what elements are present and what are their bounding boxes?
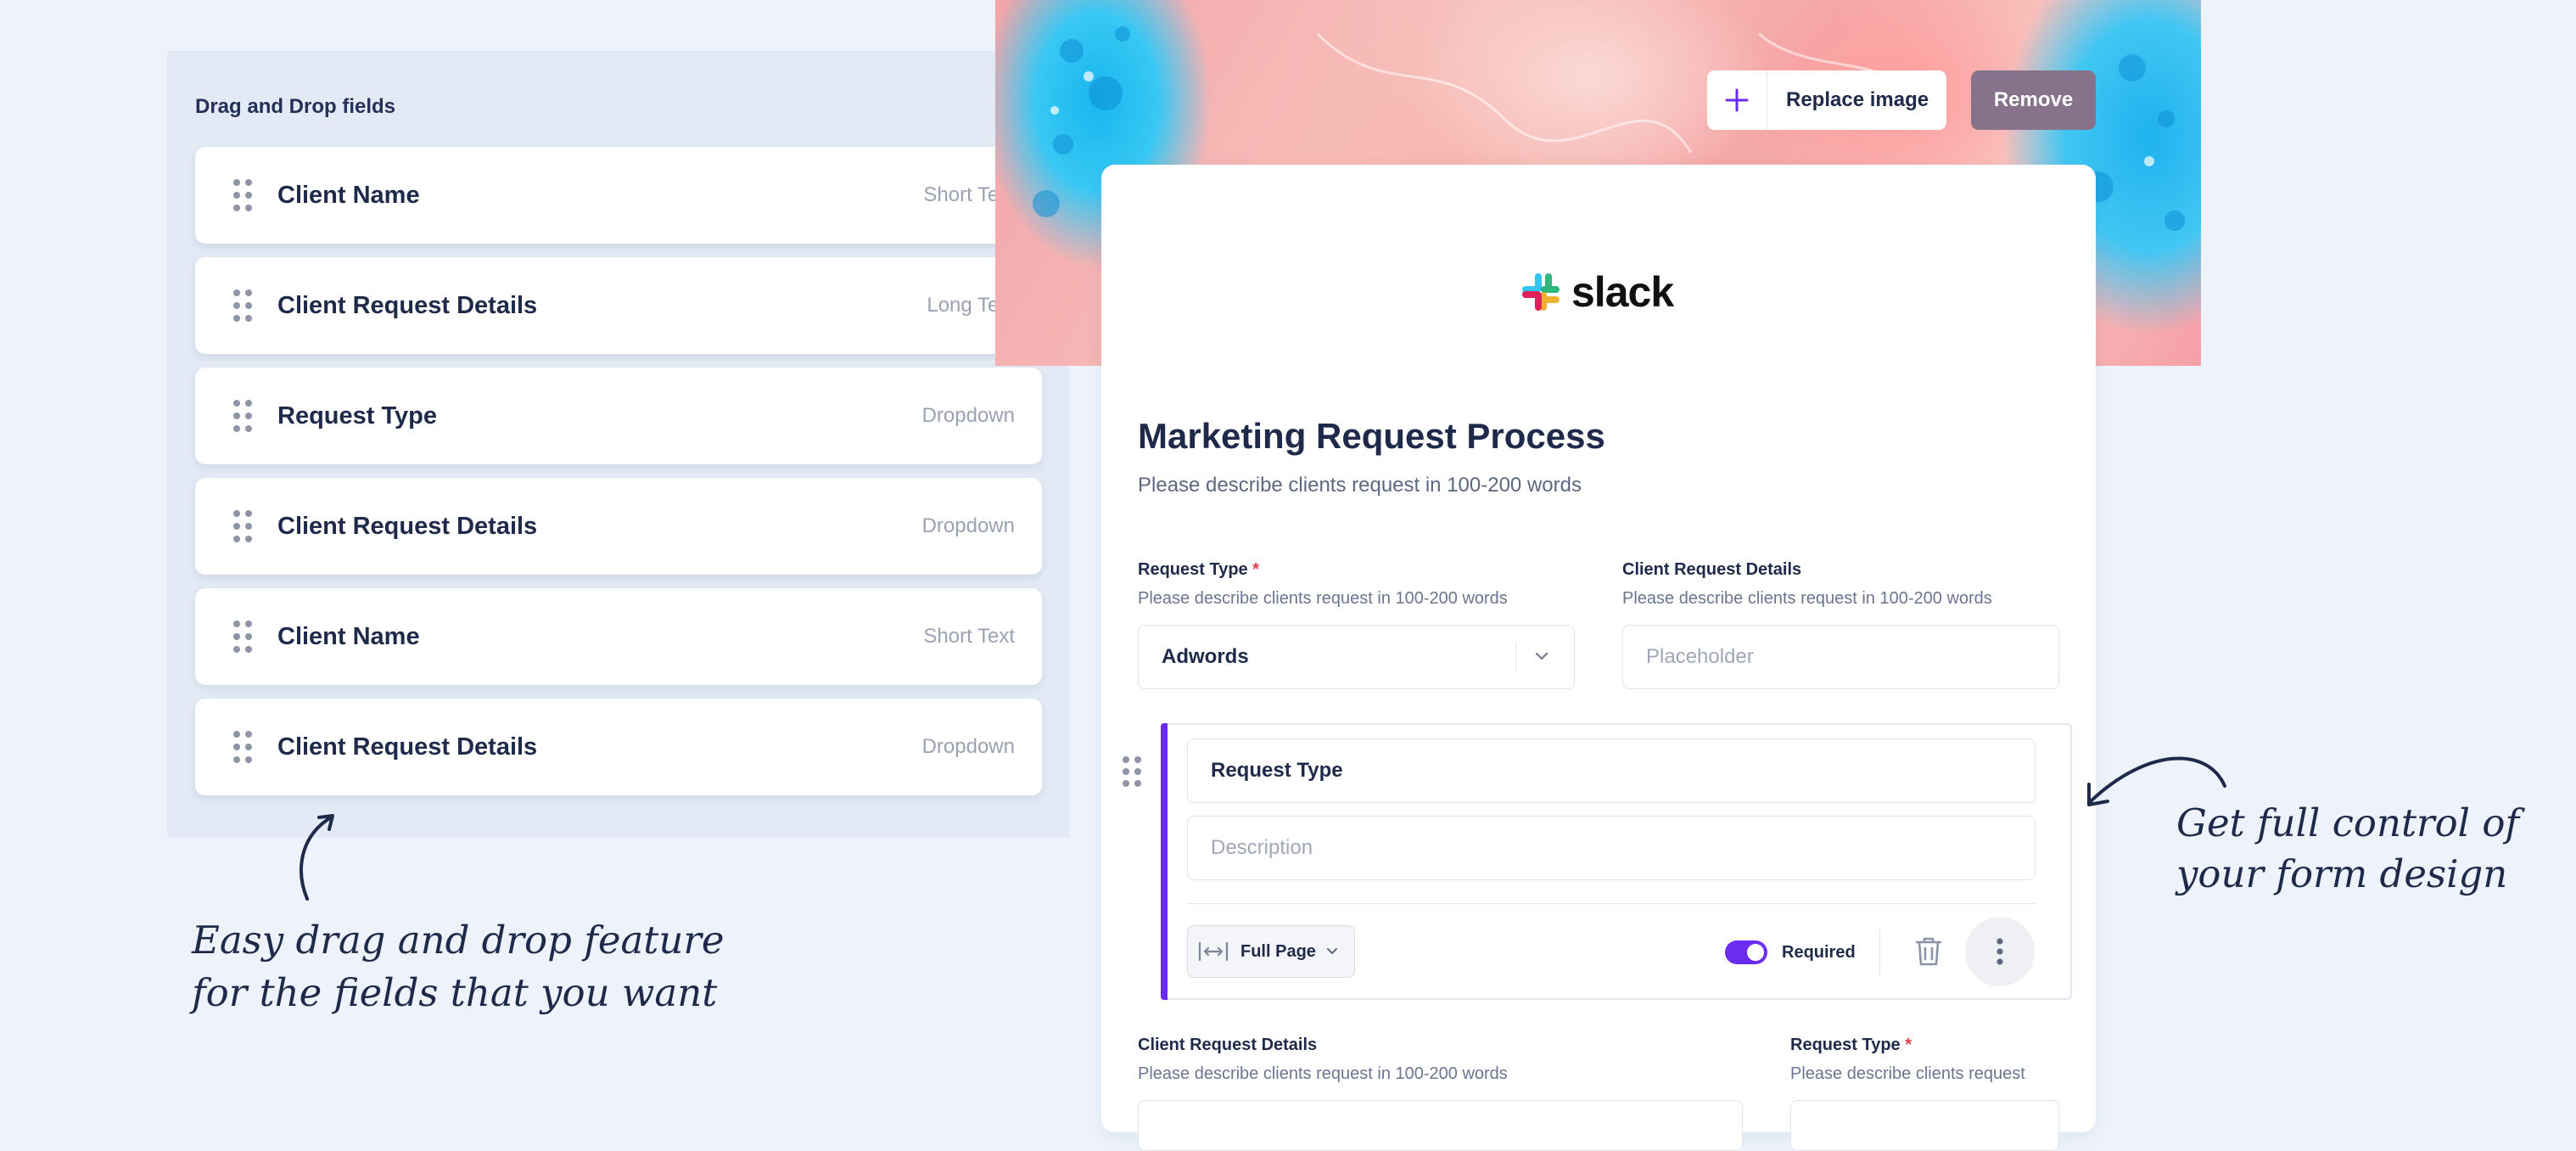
logo-wordmark: slack: [1571, 268, 1674, 316]
field-card-request-type[interactable]: Request Type Dropdown: [195, 368, 1042, 464]
field-name: Client Name: [277, 182, 420, 209]
width-icon: [1198, 940, 1229, 963]
plus-icon: [1707, 70, 1767, 130]
select-divider: [1515, 643, 1516, 673]
question-label: Client Request Details: [1138, 1036, 1318, 1054]
drag-handle-icon[interactable]: [1122, 755, 1142, 792]
trash-icon[interactable]: [1914, 935, 1943, 972]
chevron-down-icon: [1326, 947, 1338, 956]
input-placeholder: Placeholder: [1646, 645, 1754, 668]
left-annotation: Easy drag and drop feature for the field…: [192, 914, 786, 1019]
input-value: Request Type: [1211, 759, 1343, 782]
field-width-select[interactable]: Full Page: [1187, 925, 1355, 978]
drag-handle-icon[interactable]: [232, 178, 253, 212]
annotation-line: Easy drag and drop feature: [192, 918, 725, 963]
field-card-client-name[interactable]: Client Name Short Text: [195, 147, 1042, 244]
question-help: Please describe clients request: [1790, 1064, 2025, 1083]
drag-handle-icon[interactable]: [232, 730, 253, 764]
question-label-text: Request Type: [1790, 1036, 1901, 1054]
slack-hash-icon: [1522, 273, 1560, 311]
drag-handle-icon[interactable]: [232, 509, 253, 543]
annotation-line: Get full control of: [2176, 800, 2520, 845]
panel-title: Drag and Drop fields: [195, 95, 396, 118]
toolbar-divider: [1879, 929, 1880, 976]
field-card-client-request-details[interactable]: Client Request Details Long Text: [195, 257, 1042, 354]
width-select-value: Full Page: [1240, 941, 1316, 961]
remove-image-button[interactable]: Remove: [1971, 70, 2096, 130]
question-label: Request Type *: [1138, 560, 1259, 580]
drag-handle-icon[interactable]: [232, 399, 253, 433]
field-name: Client Name: [277, 623, 420, 650]
field-name: Client Request Details: [277, 513, 538, 540]
question-label: Client Request Details: [1622, 560, 1802, 579]
field-type: Short Text: [923, 625, 1015, 648]
request-type-select[interactable]: Adwords: [1138, 625, 1575, 689]
replace-image-button[interactable]: Replace image: [1707, 70, 1946, 130]
select-value: Adwords: [1162, 645, 1249, 668]
editor-accent-bar: [1161, 723, 1168, 1000]
divider: [1187, 903, 2036, 904]
more-vertical-icon: [1996, 938, 2003, 965]
field-description-input[interactable]: Description: [1187, 816, 2036, 880]
annotation-line: your form design: [2176, 851, 2508, 896]
more-options-button[interactable]: [1965, 917, 2035, 986]
drag-drop-fields-panel: Drag and Drop fields Client Name Short T…: [167, 51, 1069, 838]
field-card-client-name[interactable]: Client Name Short Text: [195, 588, 1042, 685]
field-name: Client Request Details: [277, 292, 538, 319]
chevron-down-icon: [1534, 651, 1549, 667]
required-toggle[interactable]: [1725, 940, 1767, 964]
input-placeholder: Description: [1211, 836, 1313, 859]
form-subtitle: Please describe clients request in 100-2…: [1138, 474, 1582, 497]
curved-arrow-up-icon: [300, 814, 334, 901]
drag-handle-icon[interactable]: [232, 620, 253, 654]
toggle-knob: [1747, 944, 1764, 961]
field-name: Client Request Details: [277, 733, 538, 761]
question-help: Please describe clients request in 100-2…: [1138, 589, 1508, 608]
field-type: Dropdown: [921, 514, 1015, 537]
client-request-details-input[interactable]: Placeholder: [1622, 625, 2059, 689]
replace-image-label: Replace image: [1786, 88, 1929, 111]
question-help: Please describe clients request in 100-2…: [1622, 589, 1992, 608]
form-title: Marketing Request Process: [1138, 416, 1605, 456]
required-star: *: [1905, 1036, 1912, 1054]
form-card: slack Marketing Request Process Please d…: [1101, 165, 2096, 1151]
annotation-line: for the fields that you want: [192, 970, 718, 1015]
field-title-input[interactable]: Request Type: [1187, 738, 2036, 803]
drag-handle-icon[interactable]: [232, 289, 253, 323]
right-annotation: Get full control of your form design: [2176, 798, 2575, 900]
question-label: Request Type *: [1790, 1036, 1912, 1055]
required-label: Required: [1782, 943, 1856, 962]
field-card-client-request-details[interactable]: Client Request Details Dropdown: [195, 478, 1042, 575]
field-card-client-request-details[interactable]: Client Request Details Dropdown: [195, 699, 1042, 795]
slack-logo: slack: [1520, 268, 1674, 316]
field-type: Dropdown: [921, 404, 1015, 427]
client-request-details-input[interactable]: [1138, 1100, 1743, 1151]
question-label-text: Request Type: [1138, 560, 1248, 579]
field-type: Dropdown: [921, 735, 1015, 758]
field-name: Request Type: [277, 402, 438, 430]
required-star: *: [1252, 560, 1260, 579]
request-type-select[interactable]: [1790, 1100, 2059, 1151]
question-help: Please describe clients request in 100-2…: [1138, 1064, 1508, 1083]
